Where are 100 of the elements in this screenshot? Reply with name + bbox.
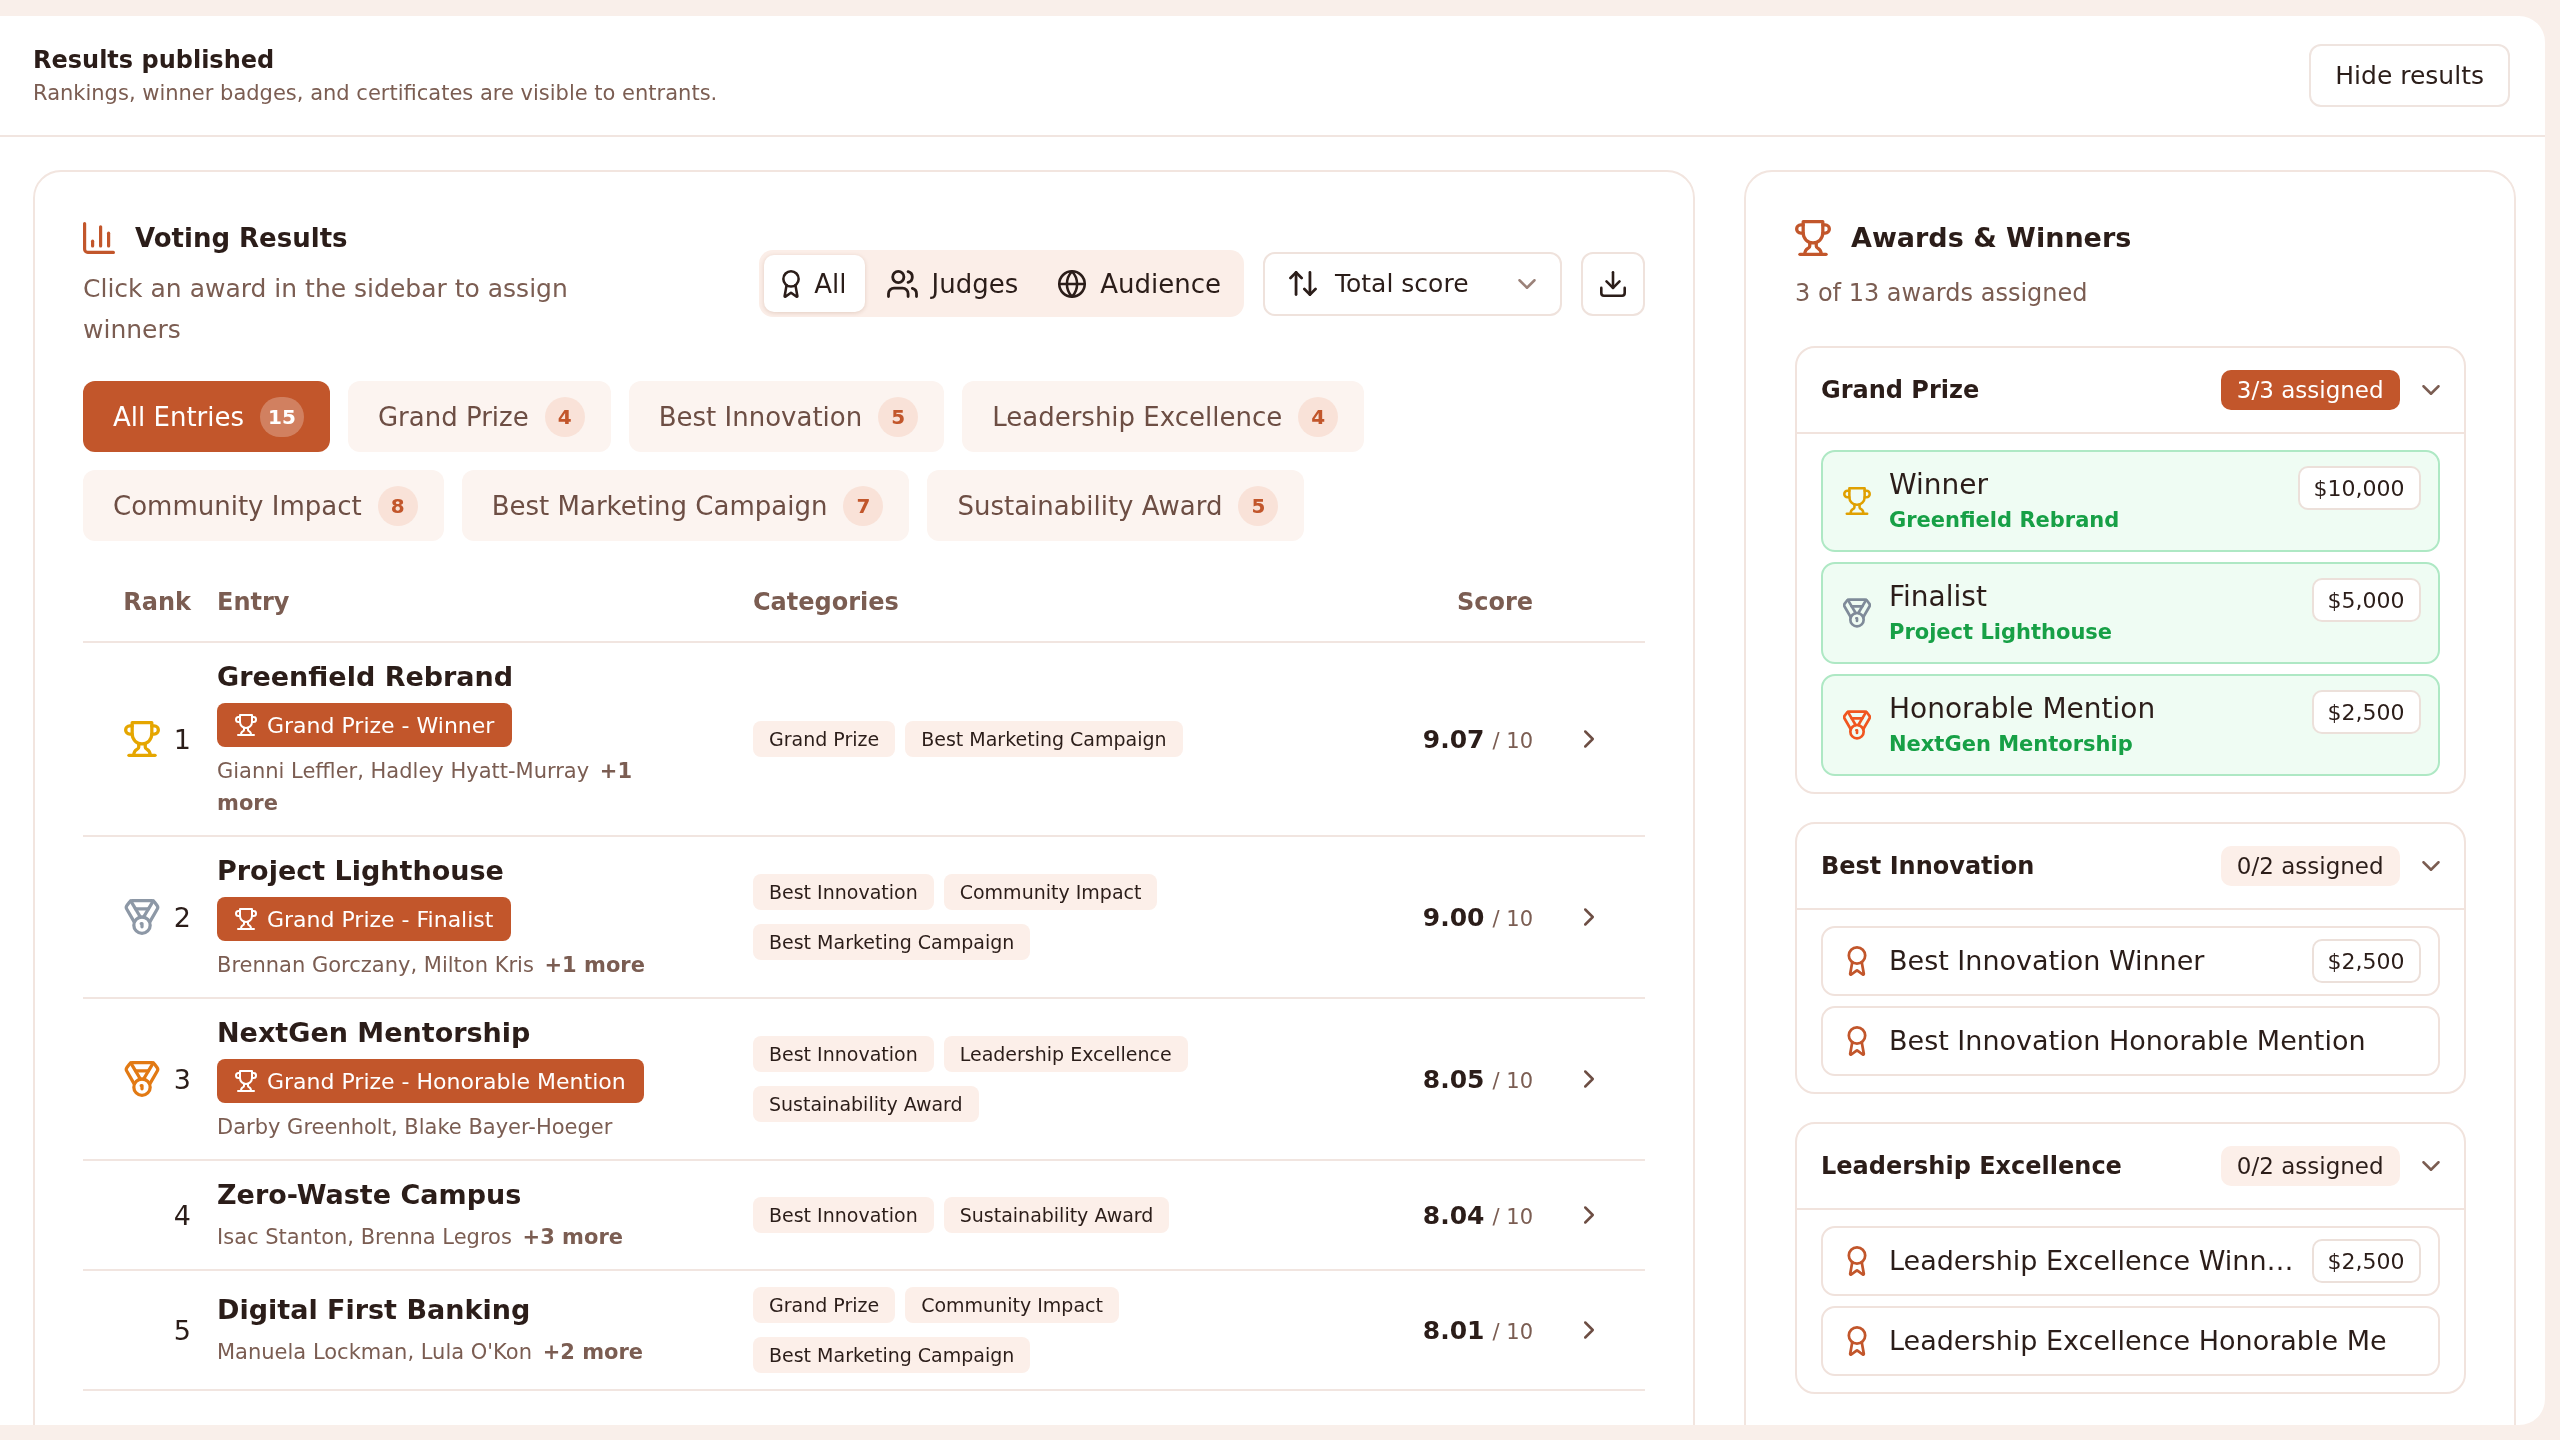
award-slot[interactable]: Winner Greenfield Rebrand $10,000 xyxy=(1821,450,2440,552)
chevron-right-icon[interactable] xyxy=(1584,908,1594,926)
download-button[interactable] xyxy=(1581,251,1645,316)
award-title: Leadership Excellence Winn… xyxy=(1889,1244,2294,1278)
category-tag: Community Impact xyxy=(943,874,1158,910)
category-filter[interactable]: Grand Prize 4 xyxy=(347,381,611,452)
award-title: Best Innovation Honorable Mention xyxy=(1889,1024,2367,1058)
team-members: Manuela Lockman, Lula O'Kon +2 more xyxy=(217,1339,644,1366)
bar-chart-icon xyxy=(83,222,115,254)
team-members: Isac Stanton, Brenna Legros +3 more xyxy=(217,1224,624,1251)
category-tag: Grand Prize xyxy=(753,721,896,757)
entry-count: 5 xyxy=(878,396,919,437)
section-title: Voting Results xyxy=(135,222,348,255)
score-value: 8.05 xyxy=(1422,1064,1485,1094)
category-tag: Best Innovation xyxy=(753,1036,934,1072)
rank-number: 1 xyxy=(173,723,191,755)
category-tag: Sustainability Award xyxy=(943,1197,1170,1233)
category-tag: Best Innovation xyxy=(753,874,934,910)
rank-number: 3 xyxy=(173,1063,191,1095)
column-header: Entry xyxy=(217,588,291,616)
trophy-icon xyxy=(235,1070,257,1092)
chevron-down-icon[interactable] xyxy=(2421,1161,2440,1171)
trophy-icon xyxy=(1795,220,1831,256)
score-max: / 10 xyxy=(1492,728,1533,753)
score-max: / 10 xyxy=(1492,1068,1533,1093)
entry-title: Zero-Waste Campus xyxy=(217,1178,522,1212)
team-members: Gianni Leffler, Hadley Hyatt-Murray +1 more xyxy=(217,758,634,817)
category-filter[interactable]: Best Innovation 5 xyxy=(628,381,945,452)
score-value: 8.01 xyxy=(1422,1315,1485,1345)
column-header: Rank xyxy=(122,588,192,616)
score-value: 8.04 xyxy=(1422,1200,1485,1230)
assignment-status: 0/2 assigned xyxy=(2220,1146,2400,1186)
award-slot[interactable]: Leadership Excellence Honorable Me xyxy=(1821,1306,2440,1376)
award-slot[interactable]: Best Innovation Honorable Mention xyxy=(1821,1006,2440,1076)
category-tag: Best Marketing Campaign xyxy=(753,1337,1031,1373)
award-title: Leadership Excellence Honorable Me xyxy=(1889,1324,2388,1358)
award-title: Best Innovation Winner xyxy=(1889,944,2206,978)
chevron-down-icon[interactable] xyxy=(2421,385,2440,395)
section-description: Click an award in the sidebar to assign winners xyxy=(83,273,569,346)
chevron-right-icon[interactable] xyxy=(1584,1070,1594,1088)
score-value: 9.00 xyxy=(1422,902,1485,932)
category-tag: Best Innovation xyxy=(753,1197,934,1233)
category-tag: Community Impact xyxy=(905,1287,1119,1323)
prize-amount: $10,000 xyxy=(2297,466,2421,510)
rank-number: 4 xyxy=(173,1199,191,1231)
entry-count: 8 xyxy=(377,485,418,526)
source-tab[interactable]: Audience xyxy=(1040,255,1239,312)
awards-summary: 3 of 13 awards assigned xyxy=(1795,278,2089,309)
category-tag: Best Marketing Campaign xyxy=(905,721,1183,757)
award-group-name: Leadership Excellence xyxy=(1821,1152,2122,1180)
status-title: Results published xyxy=(33,44,276,76)
team-members: Brennan Gorczany, Milton Kris +1 more xyxy=(217,952,645,979)
globe-icon xyxy=(1058,269,1087,298)
entry-count: 4 xyxy=(544,396,585,437)
source-tab[interactable]: Judges xyxy=(868,255,1037,312)
chevron-right-icon[interactable] xyxy=(1584,1206,1594,1224)
award-name: Grand Prize - Winner xyxy=(267,712,495,738)
category-filter[interactable]: Leadership Excellence 4 xyxy=(962,381,1365,452)
category-filter[interactable]: Best Marketing Campaign 7 xyxy=(461,470,910,541)
winner-name: Greenfield Rebrand xyxy=(1889,507,2121,534)
ribbon-icon xyxy=(782,269,801,298)
assignment-status: 0/2 assigned xyxy=(2220,846,2400,886)
score-max: / 10 xyxy=(1492,1204,1533,1229)
entry-title: NextGen Mentorship xyxy=(217,1016,531,1050)
prize-amount: $2,500 xyxy=(2311,939,2421,983)
entry-count: 7 xyxy=(843,485,884,526)
section-title: Awards & Winners xyxy=(1851,221,2132,255)
category-filter[interactable]: All Entries 15 xyxy=(83,381,330,452)
award-title: Finalist xyxy=(1889,579,1988,615)
chevron-right-icon[interactable] xyxy=(1584,1321,1594,1339)
chevron-right-icon[interactable] xyxy=(1584,730,1594,748)
award-slot[interactable]: Leadership Excellence Winn… $2,500 xyxy=(1821,1226,2440,1296)
category-filter[interactable]: Community Impact 8 xyxy=(83,470,444,541)
category-tag: Best Marketing Campaign xyxy=(753,924,1031,960)
award-title: Honorable Mention xyxy=(1889,691,2157,727)
rank-number: 5 xyxy=(173,1314,191,1346)
entry-title: Project Lighthouse xyxy=(217,854,504,888)
chevron-down-icon[interactable] xyxy=(2421,861,2440,871)
sort-dropdown[interactable]: Total score xyxy=(1263,251,1562,316)
award-group-name: Best Innovation xyxy=(1821,852,2035,880)
entry-count: 4 xyxy=(1298,396,1339,437)
category-tag: Leadership Excellence xyxy=(943,1036,1188,1072)
award-name: Grand Prize - Honorable Mention xyxy=(267,1068,626,1094)
team-members: Darby Greenholt, Blake Bayer-Hoeger xyxy=(217,1114,613,1141)
category-filter[interactable]: Sustainability Award 5 xyxy=(927,470,1305,541)
users-icon xyxy=(886,269,918,298)
sort-arrows-icon xyxy=(1289,271,1317,296)
entry-title: Digital First Banking xyxy=(217,1293,531,1327)
award-slot[interactable]: Best Innovation Winner $2,500 xyxy=(1821,926,2440,996)
prize-amount: $2,500 xyxy=(2311,690,2421,734)
column-header: Score xyxy=(1455,588,1533,616)
source-tab[interactable]: All xyxy=(764,255,865,312)
entry-count: 15 xyxy=(260,396,304,437)
assignment-status: 3/3 assigned xyxy=(2220,370,2400,410)
chevron-down-icon xyxy=(1518,278,1536,289)
award-slot[interactable]: Finalist Project Lighthouse $5,000 xyxy=(1821,562,2440,664)
category-tag: Sustainability Award xyxy=(753,1086,979,1122)
award-slot[interactable]: Honorable Mention NextGen Mentorship $2,500 xyxy=(1821,674,2440,776)
winner-name: Project Lighthouse xyxy=(1889,619,2114,646)
hide-results-button[interactable]: Hide results xyxy=(2309,44,2510,107)
